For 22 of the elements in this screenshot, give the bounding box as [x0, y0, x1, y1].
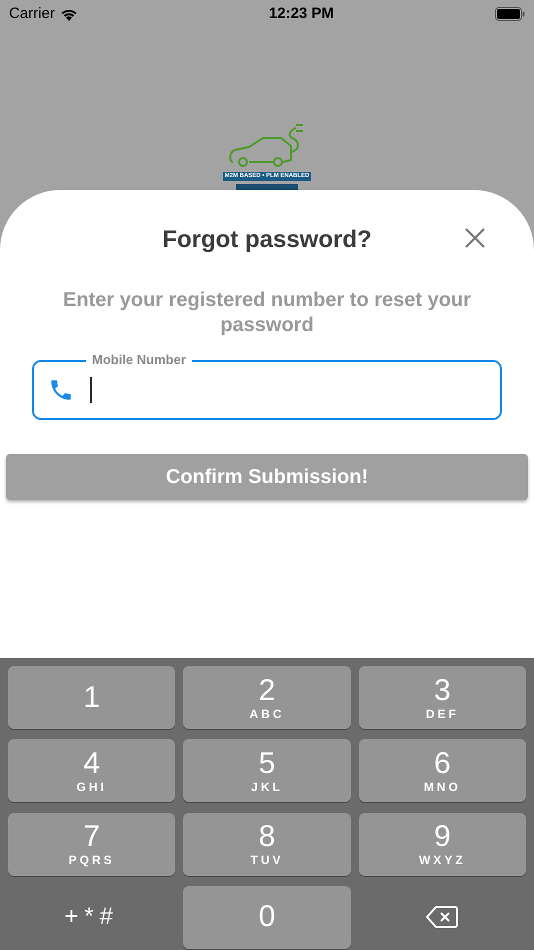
keypad-key[interactable]: 7 PQRS: [8, 812, 176, 876]
backspace-icon: [426, 906, 458, 928]
carrier-label: Carrier: [9, 4, 55, 24]
keypad-key[interactable]: 1: [8, 666, 176, 729]
time-label: 12:23 PM: [268, 4, 334, 24]
battery-icon: [494, 7, 525, 21]
keypad-key[interactable]: 2 ABC: [183, 666, 351, 729]
keypad-key[interactable]: 3 DEF: [358, 666, 526, 729]
keypad-key[interactable]: 6 MNO: [358, 739, 526, 802]
sheet-title: Forgot password?: [162, 225, 372, 255]
close-button[interactable]: [464, 226, 488, 250]
instructions-text: Enter your registered number to reset your password: [62, 288, 472, 338]
keypad-key[interactable]: 5 JKL: [183, 739, 351, 802]
keypad-key[interactable]: 4 GHI: [8, 739, 176, 802]
keypad-key[interactable]: 0: [183, 886, 351, 949]
car-plug-icon: [229, 122, 305, 170]
wifi-icon: [60, 8, 78, 20]
keypad-key[interactable]: 9 WXYZ: [358, 812, 526, 876]
close-icon: [464, 227, 486, 249]
keypad-key[interactable]: 8 TUV: [183, 812, 351, 876]
confirm-button[interactable]: Confirm Submission!: [6, 454, 528, 500]
symbols-key[interactable]: +*#: [8, 886, 176, 949]
